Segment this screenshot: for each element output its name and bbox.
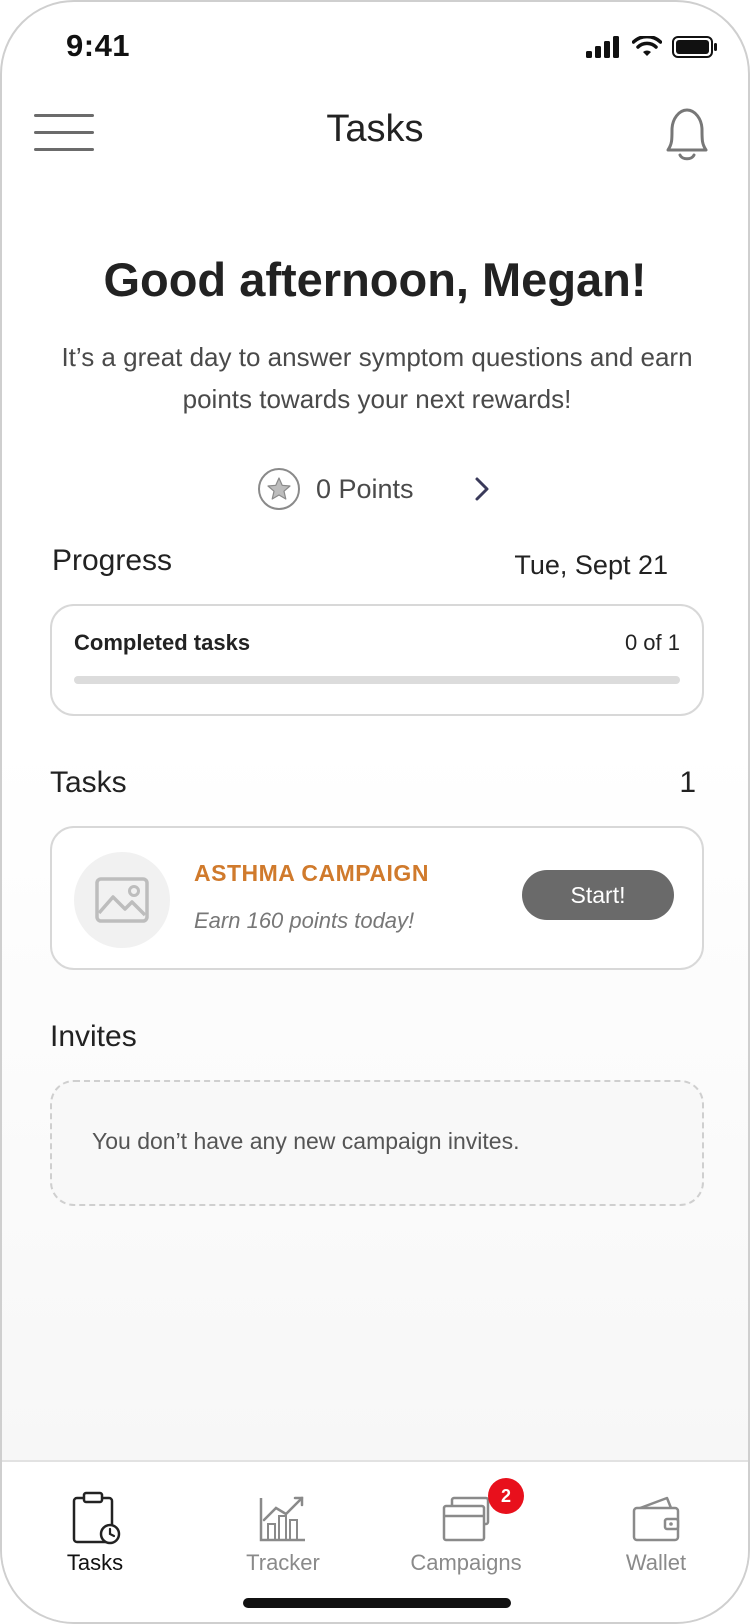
chevron-right-icon[interactable]: [472, 475, 492, 503]
tab-label: Tracker: [246, 1550, 320, 1575]
greeting-subtext: It’s a great day to answer symptom quest…: [61, 342, 693, 414]
star-icon: [258, 468, 300, 510]
campaigns-badge: 2: [488, 1478, 524, 1514]
invites-empty-card: You don’t have any new campaign invites.: [50, 1080, 704, 1206]
chart-icon: [259, 1496, 305, 1542]
tab-wallet[interactable]: Wallet: [581, 1476, 731, 1586]
status-bar: 9:41: [2, 2, 748, 92]
completed-tasks-label: Completed tasks: [74, 630, 251, 655]
status-time: 9:41: [66, 28, 131, 63]
home-indicator: [243, 1598, 511, 1608]
stack-icon: [442, 1496, 490, 1542]
notifications-button[interactable]: [660, 104, 714, 164]
status-icons: [586, 36, 718, 58]
phone-screen: 9:41 Tasks Good afternoon, Megan! It’s a…: [0, 0, 750, 1624]
bell-icon: [666, 108, 708, 161]
points-link[interactable]: 0 Points: [258, 466, 414, 512]
task-subtitle: Earn 160 points today!: [194, 908, 415, 933]
image-placeholder-icon: [74, 852, 170, 948]
battery-icon: [672, 36, 717, 58]
page-title: Tasks: [326, 108, 424, 150]
tasks-heading: Tasks: [50, 766, 127, 799]
signal-icon: [586, 36, 619, 58]
progress-date: Tue, Sept 21: [514, 550, 668, 580]
tab-tracker[interactable]: Tracker: [208, 1476, 358, 1586]
tasks-count: 1: [679, 766, 696, 799]
progress-bar: [74, 676, 680, 684]
nav-bar: Tasks: [2, 92, 748, 172]
task-title: ASTHMA CAMPAIGN: [194, 860, 429, 886]
completed-tasks-value: 0 of 1: [624, 630, 680, 655]
tab-label: Campaigns: [410, 1550, 522, 1575]
points-value: 0 Points: [316, 473, 414, 504]
wallet-icon: [632, 1496, 680, 1542]
invites-heading: Invites: [50, 1020, 137, 1053]
tab-campaigns[interactable]: 2 Campaigns: [391, 1476, 541, 1586]
task-card[interactable]: ASTHMA CAMPAIGN Earn 160 points today! S…: [50, 826, 704, 970]
tab-label: Tasks: [66, 1550, 124, 1575]
clipboard-clock-icon: [72, 1491, 121, 1545]
tab-label: Wallet: [625, 1550, 687, 1575]
invites-empty-text: You don’t have any new campaign invites.: [92, 1128, 520, 1154]
greeting-heading: Good afternoon, Megan!: [103, 253, 647, 306]
tab-tasks[interactable]: Tasks: [20, 1476, 170, 1586]
start-button[interactable]: Start!: [522, 870, 674, 920]
wifi-icon: [632, 36, 662, 56]
progress-heading: Progress: [52, 544, 173, 577]
progress-card: Completed tasks 0 of 1: [50, 604, 704, 716]
